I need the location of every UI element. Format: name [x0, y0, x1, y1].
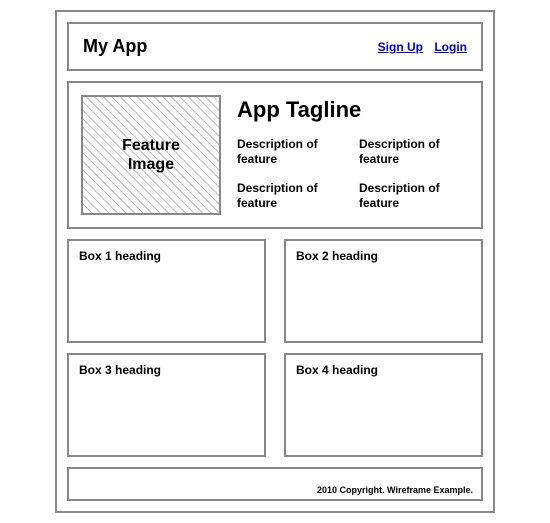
header: My App Sign Up Login: [67, 22, 483, 71]
feature-description: Description of feature: [237, 181, 347, 211]
box-heading: Box 3 heading: [79, 363, 161, 377]
content-box: Box 2 heading: [284, 239, 483, 343]
login-link[interactable]: Login: [434, 40, 467, 54]
feature-descriptions: Description of feature Description of fe…: [237, 137, 469, 211]
box-heading: Box 1 heading: [79, 249, 161, 263]
signup-link[interactable]: Sign Up: [378, 40, 423, 54]
feature-image-label: FeatureImage: [118, 136, 184, 174]
hero-content: App Tagline Description of feature Descr…: [237, 95, 469, 215]
content-box: Box 3 heading: [67, 353, 266, 457]
content-box: Box 4 heading: [284, 353, 483, 457]
box-heading: Box 2 heading: [296, 249, 378, 263]
feature-description: Description of feature: [359, 137, 469, 167]
feature-description: Description of feature: [237, 137, 347, 167]
feature-description: Description of feature: [359, 181, 469, 211]
app-tagline: App Tagline: [237, 97, 469, 123]
page-frame: My App Sign Up Login FeatureImage App Ta…: [55, 10, 495, 513]
content-boxes: Box 1 heading Box 2 heading Box 3 headin…: [67, 239, 483, 457]
hero: FeatureImage App Tagline Description of …: [67, 81, 483, 229]
app-name: My App: [83, 36, 147, 57]
box-heading: Box 4 heading: [296, 363, 378, 377]
auth-links: Sign Up Login: [370, 40, 467, 54]
feature-image: FeatureImage: [81, 95, 221, 215]
footer-text: 2010 Copyright. Wireframe Example.: [317, 485, 473, 495]
content-box: Box 1 heading: [67, 239, 266, 343]
footer: 2010 Copyright. Wireframe Example.: [67, 467, 483, 501]
